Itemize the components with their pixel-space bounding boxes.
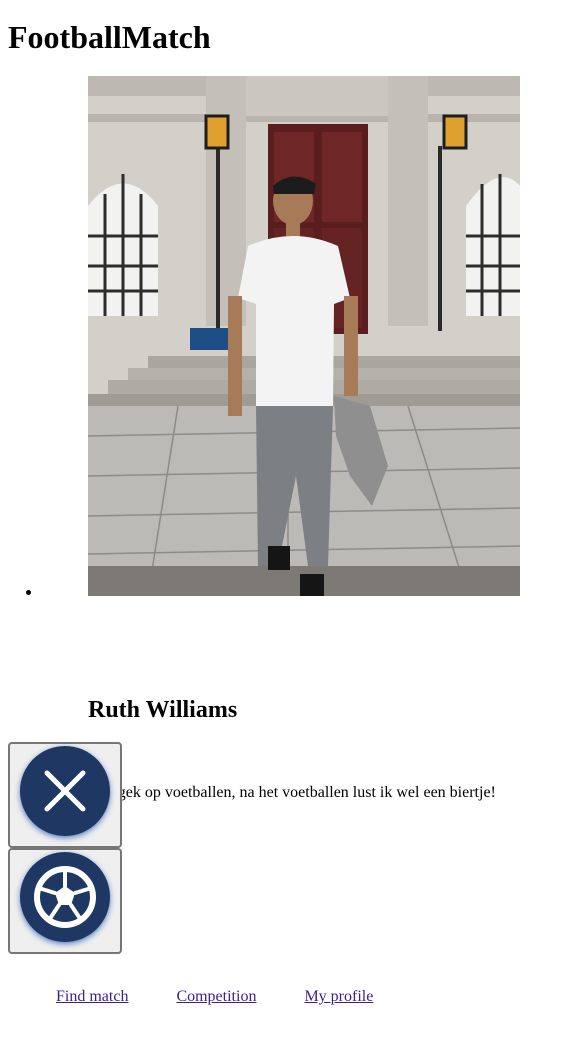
reject-button-circle <box>20 746 110 836</box>
like-button[interactable] <box>8 848 122 954</box>
profile-photo <box>88 76 520 596</box>
nav-link-competition[interactable]: Competition <box>176 988 256 1005</box>
reject-button[interactable] <box>8 742 122 848</box>
profile-photo-image <box>88 76 520 596</box>
profile-name: Ruth Williams <box>88 697 238 723</box>
app-title: FootballMatch <box>8 19 211 55</box>
nav-link-my-profile[interactable]: My profile <box>304 988 373 1005</box>
list-bullet <box>26 590 31 595</box>
profile-bio: Ben gek op voetballen, na het voetballen… <box>88 784 496 801</box>
bottom-nav: Find match Competition My profile <box>56 986 421 1008</box>
like-button-circle <box>20 852 110 942</box>
soccer-ball-icon <box>34 866 96 928</box>
close-icon <box>44 770 86 812</box>
nav-link-find-match[interactable]: Find match <box>56 988 128 1005</box>
